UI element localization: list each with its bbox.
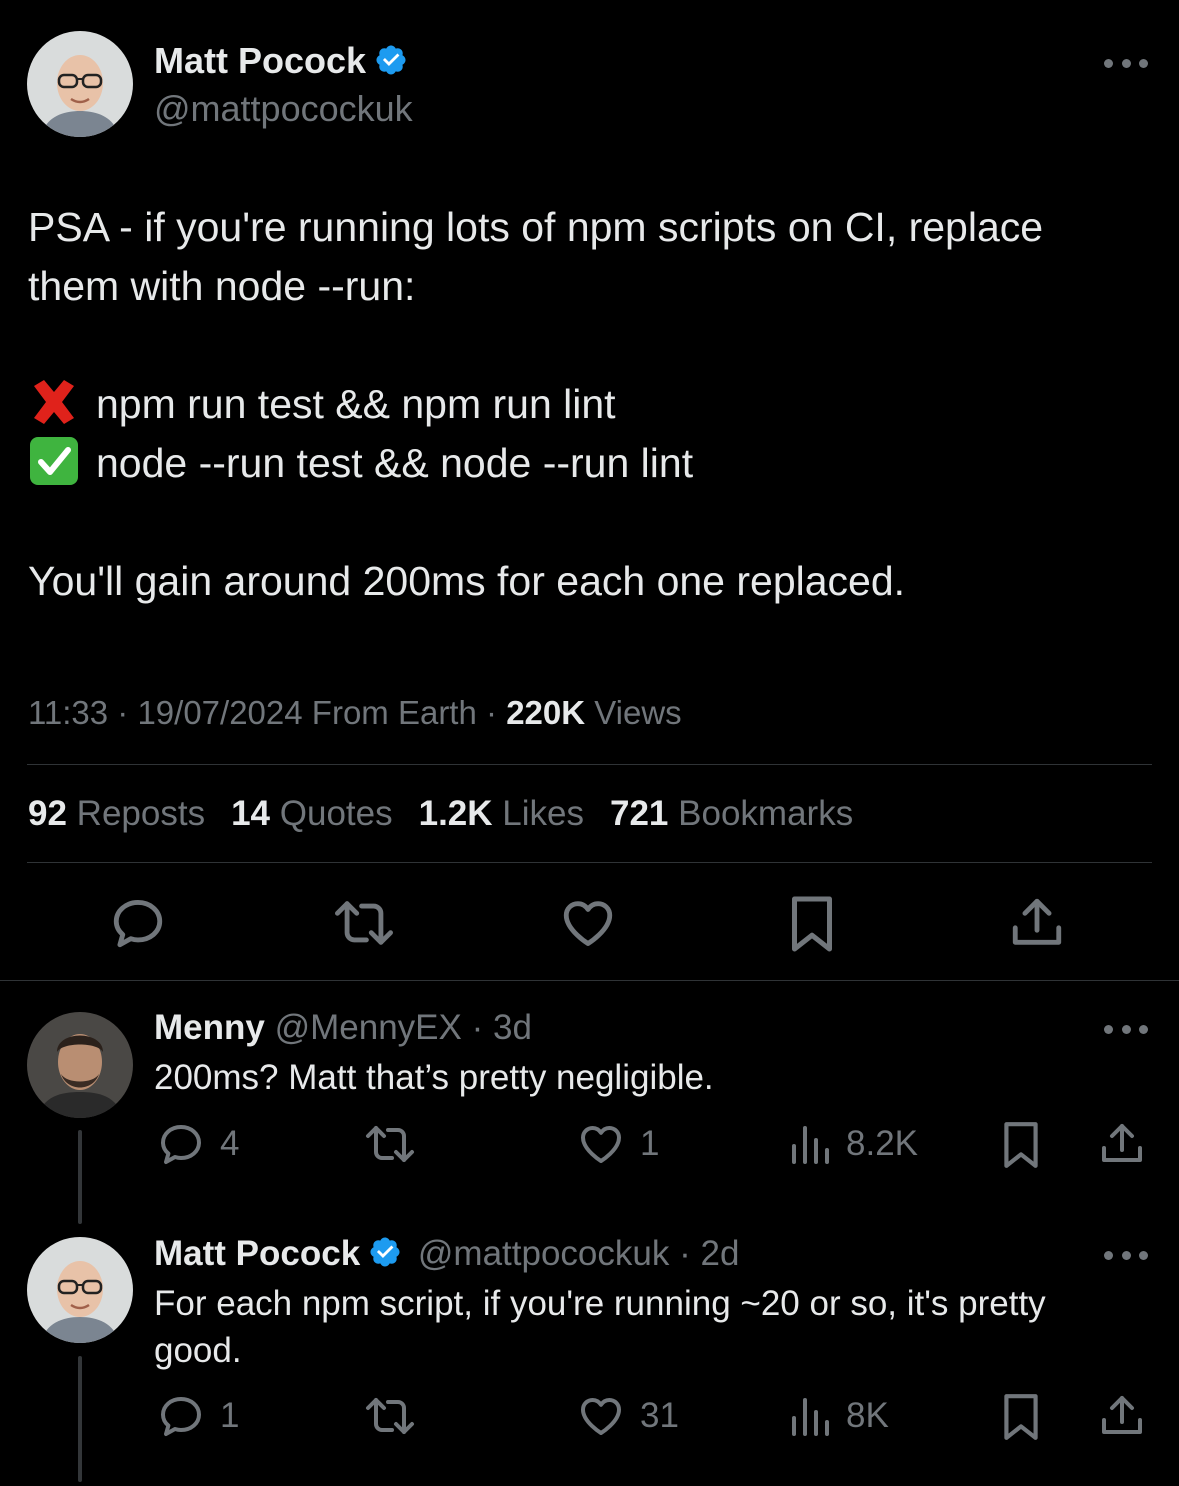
author-name-row[interactable]: Matt Pocock xyxy=(154,40,408,82)
reply-share-button[interactable] xyxy=(1098,1120,1146,1168)
reply-author-name[interactable]: Matt Pocock xyxy=(154,1234,360,1273)
like-icon xyxy=(563,901,613,946)
reply-icon xyxy=(113,900,163,948)
tweet-line: PSA - if you're running lots of npm scri… xyxy=(28,204,1044,250)
reply-icon xyxy=(161,1125,201,1164)
reply-button[interactable] xyxy=(108,894,168,952)
reply-header: Matt Pocock @mattpocockuk · 2d xyxy=(154,1234,739,1274)
reply-like-button[interactable]: 31 xyxy=(576,1392,679,1440)
bookmark-icon xyxy=(1004,1394,1038,1440)
quotes-stat[interactable]: 14 Quotes xyxy=(231,794,393,834)
reply-icon xyxy=(161,1397,201,1436)
likes-stat[interactable]: 1.2K Likes xyxy=(419,794,584,834)
reply-count: 4 xyxy=(220,1124,240,1163)
thread-line xyxy=(78,1130,82,1224)
verified-badge-icon xyxy=(370,1237,400,1267)
tweet-line-bad: npm run test && npm run lint xyxy=(28,375,1158,434)
reply-repost-button[interactable] xyxy=(362,1120,418,1168)
tweet-line: You'll gain around 200ms for each one re… xyxy=(28,558,906,604)
reposts-stat[interactable]: 92 Reposts xyxy=(28,794,205,834)
tweet-source: From Earth xyxy=(311,694,477,731)
bookmark-button[interactable] xyxy=(786,894,838,954)
reply-author-handle[interactable]: @MennyEX xyxy=(275,1008,462,1047)
reply-text: 200ms? Matt that’s pretty negligible. xyxy=(154,1058,714,1097)
reply-count: 1 xyxy=(220,1396,240,1435)
reply-views-button[interactable]: 8.2K xyxy=(788,1120,918,1168)
bookmark-icon xyxy=(792,896,832,952)
like-count: 1 xyxy=(640,1124,660,1163)
author-name[interactable]: Matt Pocock xyxy=(154,40,366,81)
more-icon[interactable] xyxy=(1104,57,1148,69)
like-count: 31 xyxy=(640,1396,679,1435)
reply-views-button[interactable]: 8K xyxy=(788,1392,889,1440)
reply-avatar[interactable] xyxy=(27,1012,133,1118)
divider xyxy=(0,980,1179,981)
views-icon xyxy=(792,1126,829,1164)
tweet-line-good: node --run test && node --run lint xyxy=(28,434,1158,493)
reply-author-name[interactable]: Menny xyxy=(154,1008,265,1047)
reply-reply-button[interactable]: 4 xyxy=(156,1120,239,1168)
reply-reply-button[interactable]: 1 xyxy=(156,1392,239,1440)
repost-icon xyxy=(334,901,393,945)
views-count: 220K xyxy=(506,694,586,731)
cross-mark-icon xyxy=(34,380,74,424)
reply-header: Menny @MennyEX · 3d xyxy=(154,1008,532,1048)
tweet-timestamp[interactable]: 11:33 · 19/07/2024 xyxy=(28,694,303,731)
tweet-meta: 11:33 · 19/07/2024 From Earth · 220K Vie… xyxy=(28,694,682,731)
author-handle[interactable]: @mattpocockuk xyxy=(154,88,413,130)
bookmark-icon xyxy=(1004,1122,1038,1168)
repost-button[interactable] xyxy=(332,894,396,952)
divider xyxy=(27,764,1152,765)
bookmarks-stat[interactable]: 721 Bookmarks xyxy=(610,794,853,834)
tweet-text: PSA - if you're running lots of npm scri… xyxy=(28,198,1158,611)
more-icon[interactable] xyxy=(1104,1249,1148,1261)
share-icon xyxy=(1012,898,1062,945)
reply-bookmark-button[interactable] xyxy=(1000,1120,1042,1170)
reply-like-button[interactable]: 1 xyxy=(576,1120,659,1168)
repost-icon xyxy=(366,1126,414,1162)
views-label: Views xyxy=(594,694,682,731)
thread-line xyxy=(78,1356,82,1482)
reply-time[interactable]: · 2d xyxy=(679,1234,739,1273)
author-avatar[interactable] xyxy=(27,31,133,137)
reply-author-handle[interactable]: @mattpocockuk xyxy=(418,1234,669,1273)
view-count: 8K xyxy=(846,1396,889,1435)
share-icon xyxy=(1102,1396,1142,1434)
like-button[interactable] xyxy=(558,894,618,952)
repost-icon xyxy=(366,1398,414,1434)
more-icon[interactable] xyxy=(1104,1023,1148,1035)
reply-avatar[interactable] xyxy=(27,1237,133,1343)
tweet-stats: 92 Reposts 14 Quotes 1.2K Likes 721 Book… xyxy=(28,794,853,834)
tweet-line: them with node --run: xyxy=(28,263,416,309)
reply-repost-button[interactable] xyxy=(362,1392,418,1440)
divider xyxy=(27,862,1152,863)
share-button[interactable] xyxy=(1008,894,1066,952)
view-count: 8.2K xyxy=(846,1124,918,1163)
check-mark-icon xyxy=(30,437,78,485)
reply-text: For each npm script, if you're running ~… xyxy=(154,1284,1046,1370)
reply-time[interactable]: · 3d xyxy=(472,1008,532,1047)
like-icon xyxy=(581,1126,621,1163)
share-icon xyxy=(1102,1124,1142,1162)
views-icon xyxy=(792,1398,829,1436)
verified-badge-icon xyxy=(376,45,406,75)
reply-bookmark-button[interactable] xyxy=(1000,1392,1042,1442)
like-icon xyxy=(581,1398,621,1435)
reply-share-button[interactable] xyxy=(1098,1392,1146,1440)
